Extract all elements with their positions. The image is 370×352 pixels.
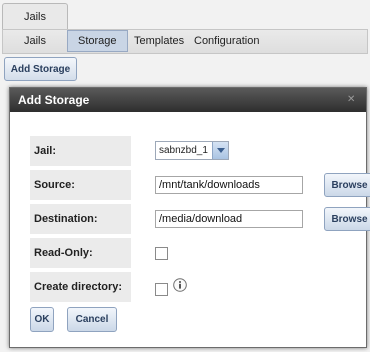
chevron-down-icon[interactable] xyxy=(212,142,228,159)
ok-button[interactable]: OK xyxy=(30,307,54,332)
tab-templates[interactable]: Templates xyxy=(134,35,184,47)
read-only-label: Read-Only: xyxy=(30,238,131,268)
destination-label: Destination: xyxy=(30,204,131,234)
main-tab-label: Jails xyxy=(23,11,46,23)
dialog-title: Add Storage xyxy=(18,93,90,107)
dialog-title-bar: Add Storage ✕ xyxy=(10,88,366,112)
jail-select[interactable]: sabnzbd_1 xyxy=(155,141,229,160)
destination-row: Destination: Browse xyxy=(30,204,370,234)
source-label: Source: xyxy=(30,170,131,200)
create-directory-row: Create directory: xyxy=(30,272,370,302)
tab-jails[interactable]: Jails xyxy=(24,35,46,47)
destination-browse-button[interactable]: Browse xyxy=(324,207,370,231)
source-row: Source: Browse xyxy=(30,170,370,200)
subtab-bar xyxy=(2,29,368,54)
source-browse-button[interactable]: Browse xyxy=(324,173,370,197)
jail-row: Jail: sabnzbd_1 xyxy=(30,136,370,166)
create-directory-checkbox[interactable] xyxy=(155,283,168,296)
read-only-row: Read-Only: xyxy=(30,238,370,268)
add-storage-button[interactable]: Add Storage xyxy=(4,57,77,81)
cancel-button[interactable]: Cancel xyxy=(67,307,117,332)
tab-storage[interactable]: Storage xyxy=(67,30,128,52)
jail-select-value: sabnzbd_1 xyxy=(159,145,208,156)
main-tab-jails[interactable]: Jails xyxy=(2,3,68,30)
add-storage-dialog: Add Storage ✕ Jail: sabnzbd_1 Source: Br… xyxy=(9,87,370,348)
destination-input[interactable] xyxy=(155,210,303,228)
tab-configuration[interactable]: Configuration xyxy=(194,35,259,47)
info-icon[interactable] xyxy=(173,278,187,292)
close-icon[interactable]: ✕ xyxy=(347,95,357,105)
create-directory-label: Create directory: xyxy=(30,272,131,302)
source-input[interactable] xyxy=(155,176,303,194)
jail-label: Jail: xyxy=(30,136,131,166)
read-only-checkbox[interactable] xyxy=(155,247,168,260)
